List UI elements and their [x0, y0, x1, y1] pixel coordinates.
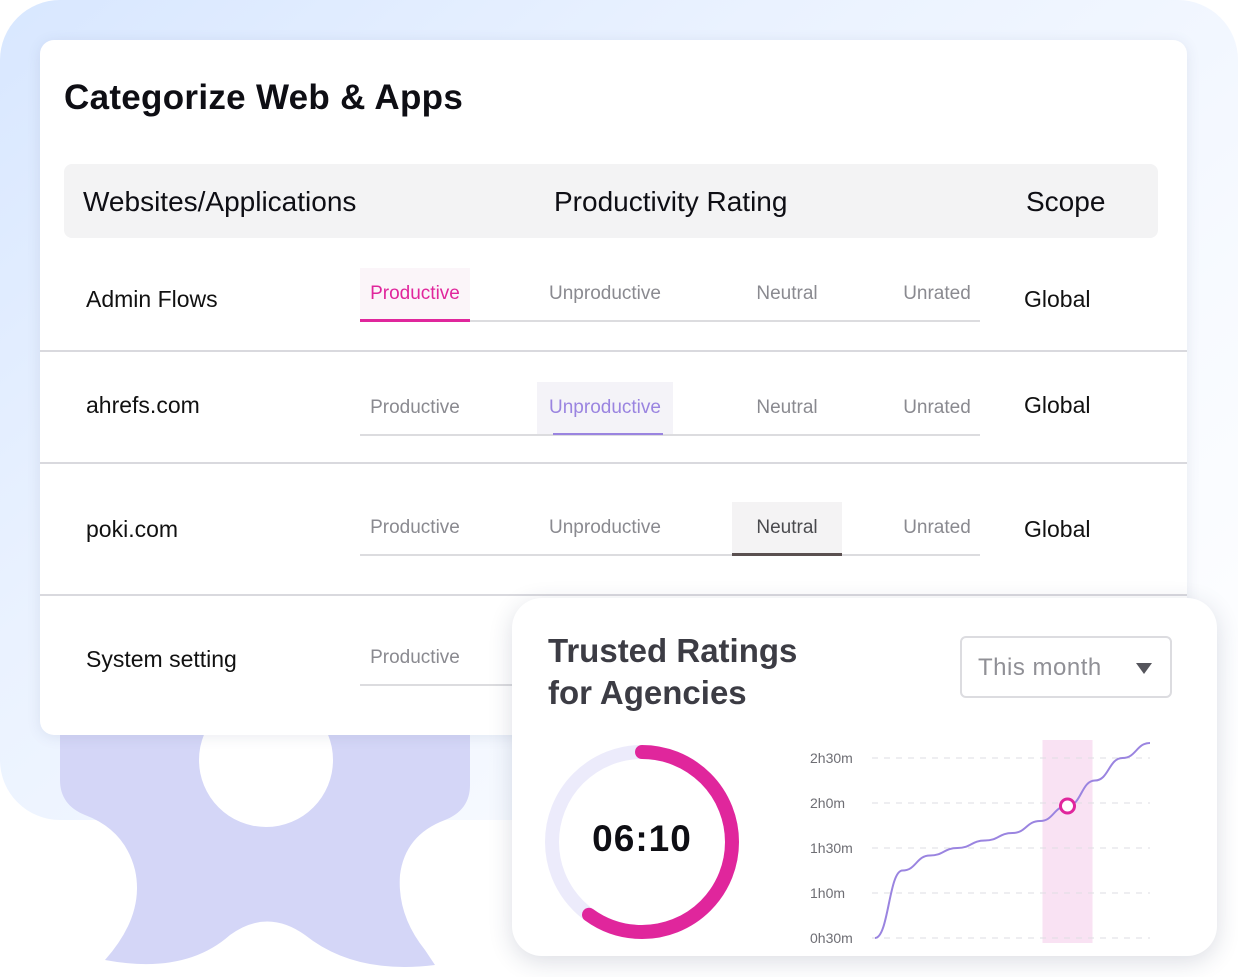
row-name: System setting — [86, 646, 237, 672]
row-scope: Global — [1024, 392, 1091, 418]
highlight-band — [1042, 740, 1093, 943]
table-header: Websites/Applications Productivity Ratin… — [64, 164, 1158, 238]
period-dropdown-value: This month — [978, 654, 1102, 681]
rating-option-unrated[interactable]: Unrated — [882, 268, 992, 320]
row-scope: Global — [1024, 286, 1091, 312]
rating-baseline — [360, 434, 980, 436]
column-header-apps: Websites/Applications — [83, 186, 357, 217]
row-divider — [40, 462, 1187, 464]
row-name: ahrefs.com — [86, 392, 200, 418]
trusted-title-line2: for Agencies — [548, 674, 747, 711]
period-dropdown[interactable]: This month — [960, 636, 1172, 698]
rating-option-productive[interactable]: Productive — [360, 632, 470, 684]
row-divider — [40, 350, 1187, 352]
y-tick-label: 1h30m — [810, 840, 853, 856]
rating-option-neutral[interactable]: Neutral — [732, 268, 842, 320]
y-tick-label: 2h0m — [810, 795, 845, 811]
column-header-scope: Scope — [1026, 186, 1106, 217]
highlight-marker — [1059, 797, 1076, 815]
rating-option-unproductive[interactable]: Unproductive — [537, 382, 673, 435]
rating-baseline — [360, 554, 980, 556]
page-title: Categorize Web & Apps — [64, 78, 464, 117]
rating-option-unrated[interactable]: Unrated — [882, 502, 992, 554]
y-tick-label: 2h30m — [810, 750, 853, 766]
row-scope: Global — [1024, 516, 1091, 542]
rating-option-unproductive[interactable]: Unproductive — [537, 268, 673, 320]
series-line — [874, 742, 1151, 939]
rating-selector: Productive Unproductive Neutral Unrated — [360, 382, 980, 436]
row-divider — [40, 594, 1187, 596]
time-line-chart: 2h30m 2h0m 1h30m 1h0m 0h30m — [810, 740, 1151, 946]
rating-selector: Productive Unproductive Neutral Unrated — [360, 502, 980, 556]
column-header-rating: Productivity Rating — [554, 186, 788, 217]
rating-option-unrated[interactable]: Unrated — [882, 382, 992, 434]
y-tick-label: 1h0m — [810, 885, 845, 901]
row-name: Admin Flows — [86, 286, 218, 312]
rating-option-neutral[interactable]: Neutral — [732, 502, 842, 556]
rating-option-productive[interactable]: Productive — [360, 382, 470, 434]
trusted-card-title: Trusted Ratings for Agencies — [548, 630, 908, 714]
row-name: poki.com — [86, 516, 179, 542]
caret-down-icon — [1136, 663, 1152, 674]
rating-selector: Productive Unproductive Neutral Unrated — [360, 268, 980, 322]
rating-option-unproductive[interactable]: Unproductive — [537, 502, 673, 554]
trusted-ratings-card: Trusted Ratings for Agencies This month … — [512, 598, 1217, 956]
rating-option-neutral[interactable]: Neutral — [732, 382, 842, 434]
trusted-title-line1: Trusted Ratings — [548, 632, 798, 669]
y-tick-label: 0h30m — [810, 930, 853, 946]
rating-option-productive[interactable]: Productive — [360, 502, 470, 554]
timer-value: 06:10 — [592, 818, 692, 859]
rating-option-productive[interactable]: Productive — [360, 268, 470, 322]
